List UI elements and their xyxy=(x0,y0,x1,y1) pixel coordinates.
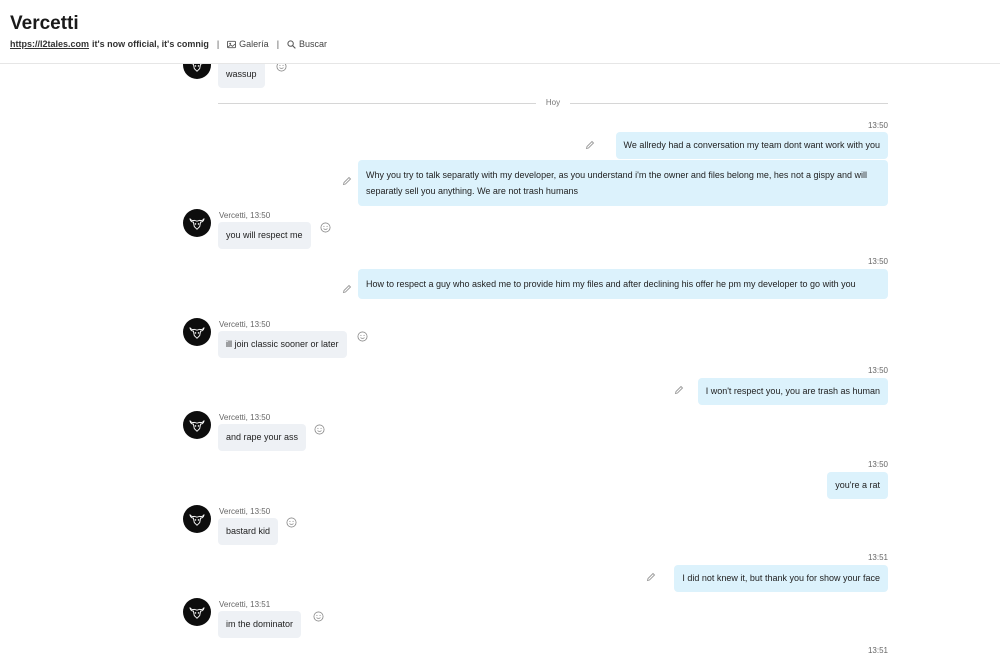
avatar[interactable] xyxy=(183,411,211,439)
message-bubble-incoming[interactable]: wassup xyxy=(218,64,265,88)
pencil-icon[interactable] xyxy=(674,385,684,395)
bull-skull-icon xyxy=(191,64,203,72)
message-bubble-outgoing[interactable]: you're a rat xyxy=(827,472,888,499)
message-meta: Vercetti, 13:50 xyxy=(219,320,271,329)
message-bubble-incoming[interactable]: you will respect me xyxy=(218,222,311,249)
smiley-icon[interactable] xyxy=(320,222,331,233)
gallery-link[interactable]: Galería xyxy=(227,39,269,49)
message-bubble-outgoing[interactable]: We allredy had a conversation my team do… xyxy=(615,132,888,159)
message-bubble-outgoing[interactable]: I won't respect you, you are trash as hu… xyxy=(697,378,888,405)
message-time: 13:50 xyxy=(867,257,888,266)
message-bubble-incoming[interactable]: bastard kid xyxy=(218,518,279,545)
avatar[interactable] xyxy=(183,209,211,237)
message-time: 13:50 xyxy=(867,460,888,469)
date-divider: Hoy xyxy=(218,98,888,107)
message-meta: Vercetti, 13:50 xyxy=(219,507,271,516)
smiley-icon[interactable] xyxy=(313,611,324,622)
message-time: 13:51 xyxy=(867,553,888,562)
site-link[interactable]: https://l2tales.com xyxy=(10,39,89,49)
message-bubble-incoming[interactable]: and rape your ass xyxy=(218,424,307,451)
avatar[interactable] xyxy=(183,318,211,346)
message-bubble-outgoing[interactable]: Why you try to talk separatly with my de… xyxy=(358,160,888,206)
search-link[interactable]: Buscar xyxy=(287,39,327,49)
gallery-label: Galería xyxy=(239,39,269,49)
smiley-icon[interactable] xyxy=(286,517,297,528)
search-label: Buscar xyxy=(299,39,328,49)
conversation-header: Vercetti https://l2tales.com it's now of… xyxy=(0,0,1000,64)
image-icon xyxy=(227,40,237,48)
header-tagline: it's now official, it's comnig xyxy=(92,39,209,49)
avatar[interactable] xyxy=(183,505,211,533)
avatar[interactable] xyxy=(183,64,211,79)
conversation-title: Vercetti xyxy=(10,13,79,34)
pencil-icon[interactable] xyxy=(646,572,656,582)
message-bubble-outgoing[interactable]: How to respect a guy who asked me to pro… xyxy=(358,269,888,299)
smiley-icon[interactable] xyxy=(276,64,287,72)
bull-skull-icon xyxy=(189,420,205,432)
message-time: 13:50 xyxy=(867,366,888,375)
separator: | xyxy=(276,39,280,49)
message-bubble-outgoing[interactable]: I did not knew it, but thank you for sho… xyxy=(674,565,888,592)
message-meta: Vercetti, 13:51 xyxy=(219,600,271,609)
pencil-icon[interactable] xyxy=(585,140,595,150)
separator: | xyxy=(216,39,220,49)
pencil-icon[interactable] xyxy=(342,284,352,294)
message-meta: Vercetti, 13:50 xyxy=(219,211,271,220)
bull-skull-icon xyxy=(189,327,205,339)
message-time: 13:51 xyxy=(867,646,888,655)
bull-skull-icon xyxy=(189,218,205,230)
search-icon xyxy=(287,39,296,49)
pencil-icon[interactable] xyxy=(342,176,352,186)
message-meta: Vercetti, 13:50 xyxy=(219,413,271,422)
divider-line xyxy=(570,103,888,104)
message-time: 13:50 xyxy=(867,121,888,130)
avatar[interactable] xyxy=(183,598,211,626)
bull-skull-icon xyxy=(189,514,205,526)
message-bubble-incoming[interactable]: im the dominator xyxy=(218,611,302,638)
header-subline: https://l2tales.com it's now official, i… xyxy=(10,39,327,49)
message-bubble-incoming[interactable]: ill join classic sooner or later xyxy=(218,331,347,358)
message-stream[interactable]: wassup Hoy 13:50 We allredy had a conver… xyxy=(0,64,1000,657)
smiley-icon[interactable] xyxy=(314,424,325,435)
smiley-icon[interactable] xyxy=(357,331,368,342)
bull-skull-icon xyxy=(189,607,205,619)
